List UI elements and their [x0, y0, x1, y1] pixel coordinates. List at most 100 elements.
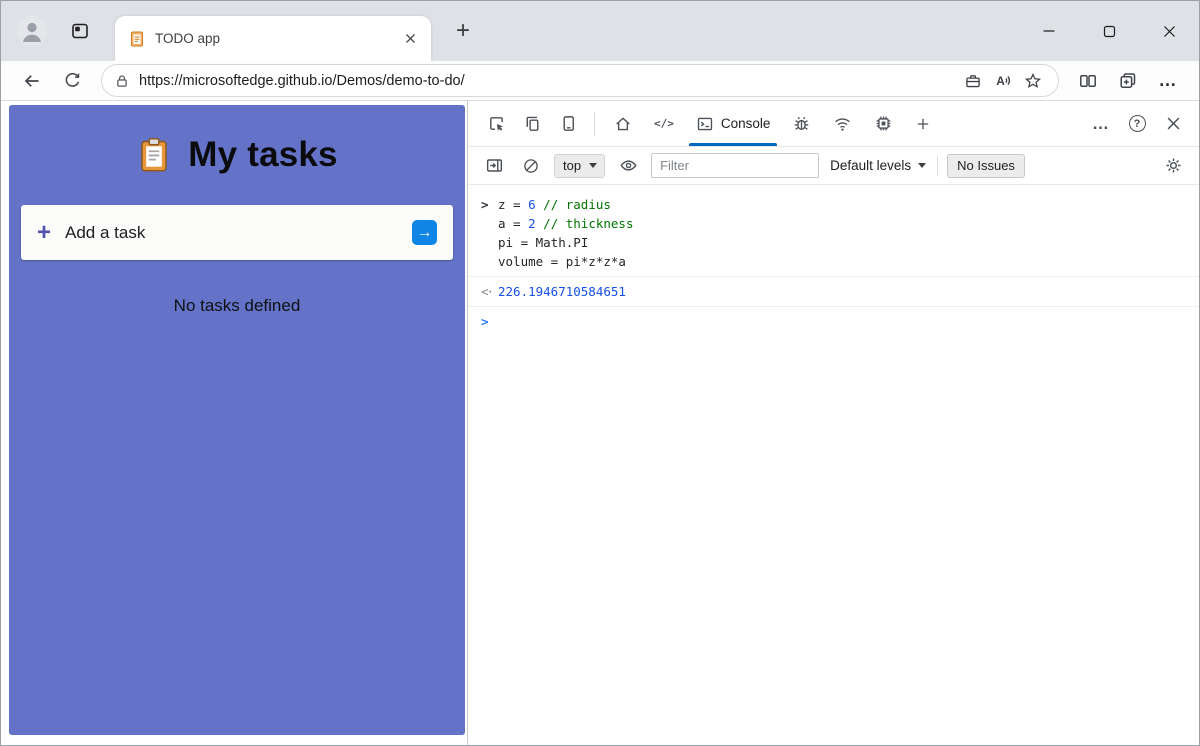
- tab-console[interactable]: Console: [685, 101, 782, 146]
- refresh-button[interactable]: [55, 65, 89, 97]
- favorites-star-icon[interactable]: [1018, 67, 1048, 95]
- tab-actions-icon[interactable]: [63, 14, 97, 48]
- console-code-line: volume = pi*z*z*a: [498, 254, 626, 269]
- console-tab-label: Console: [720, 116, 771, 131]
- devtools-close-button[interactable]: [1155, 107, 1191, 141]
- cpu-icon: [877, 116, 891, 131]
- console-prompt[interactable]: >: [468, 307, 1199, 336]
- close-icon: [1163, 25, 1175, 37]
- briefcase-icon[interactable]: [958, 67, 988, 95]
- console-log[interactable]: > z = 6 // radius a = 2 // thickness pi = …: [468, 185, 1199, 745]
- browser-settings-menu-icon[interactable]: …: [1151, 65, 1185, 97]
- split-screen-icon[interactable]: [1071, 65, 1105, 97]
- window-minimize-button[interactable]: [1019, 1, 1079, 61]
- page-title: My tasks: [188, 135, 338, 174]
- plus-icon: +: [455, 17, 470, 44]
- devtools-tabs-bar: </> Console … ?: [468, 101, 1199, 147]
- clear-console-icon[interactable]: [517, 152, 545, 180]
- home-icon: [616, 116, 630, 130]
- address-bar[interactable]: https://microsoftedge.github.io/Demos/de…: [101, 64, 1059, 97]
- help-icon: ?: [1128, 115, 1146, 132]
- clipboard-icon: [141, 138, 168, 172]
- back-arrow-icon: [24, 74, 39, 87]
- window-controls: [1019, 1, 1199, 61]
- dock-panel-icon[interactable]: [550, 107, 586, 141]
- chevron-down-icon: [918, 163, 927, 168]
- refresh-icon: [65, 73, 79, 87]
- result-arrow-icon: <·: [481, 284, 494, 299]
- tab-title: TODO app: [155, 31, 221, 46]
- todo-app-page: My tasks + Add a task → No tasks defined: [1, 101, 467, 745]
- browser-tab[interactable]: TODO app: [115, 16, 431, 61]
- tab-close-icon[interactable]: [399, 28, 421, 50]
- console-code-line: a = 2 // thickness: [498, 216, 634, 231]
- app-header: My tasks: [9, 105, 465, 175]
- lock-icon[interactable]: [114, 73, 130, 89]
- input-chevron-icon: >: [481, 197, 489, 212]
- window-maximize-button[interactable]: [1079, 1, 1139, 61]
- plus-icon: +: [37, 218, 52, 246]
- inspect-element-icon[interactable]: [478, 107, 514, 141]
- browser-window: TODO app + https://microsoftedge.github.…: [0, 0, 1200, 746]
- bug-icon: [795, 116, 809, 130]
- minimize-icon: [1043, 30, 1055, 32]
- terminal-icon: [697, 117, 713, 130]
- context-label: top: [563, 157, 582, 173]
- javascript-context-selector[interactable]: top: [554, 153, 606, 178]
- wifi-icon: [835, 118, 851, 131]
- console-code-line: pi = Math.PI: [498, 235, 589, 250]
- plus-icon: [918, 118, 929, 129]
- tab-debugger[interactable]: [781, 101, 822, 146]
- new-tab-button[interactable]: +: [447, 15, 479, 47]
- more-dots-icon: …: [1092, 113, 1110, 133]
- tab-performance[interactable]: [863, 101, 904, 146]
- read-aloud-icon[interactable]: A: [988, 67, 1018, 95]
- device-emulation-icon[interactable]: [514, 107, 550, 141]
- devtools-help-button[interactable]: ?: [1119, 107, 1155, 141]
- prompt-chevron-icon: >: [481, 314, 489, 329]
- url-text[interactable]: https://microsoftedge.github.io/Demos/de…: [139, 73, 958, 89]
- person-icon: [17, 16, 47, 46]
- separator: [937, 155, 939, 176]
- navigation-bar: https://microsoftedge.github.io/Demos/de…: [1, 61, 1199, 101]
- more-tabs-button[interactable]: [904, 101, 942, 146]
- content-area: My tasks + Add a task → No tasks defined: [1, 101, 1199, 745]
- console-result-value: 226.1946710584651: [498, 284, 626, 299]
- console-code-line: z = 6 // radius: [498, 197, 611, 212]
- tab-elements[interactable]: </>: [643, 101, 685, 146]
- tab-network[interactable]: [822, 101, 863, 146]
- collections-icon[interactable]: [1111, 65, 1145, 97]
- tab-favicon: [131, 31, 143, 46]
- maximize-icon: [1103, 25, 1115, 37]
- add-task-label: Add a task: [65, 222, 146, 242]
- tab-welcome[interactable]: [603, 101, 643, 146]
- devtools-more-menu-icon[interactable]: …: [1083, 107, 1119, 141]
- console-sidebar-icon[interactable]: [480, 152, 508, 180]
- console-settings-gear-icon[interactable]: [1159, 152, 1187, 180]
- titlebar: TODO app +: [1, 1, 1199, 61]
- more-dots-icon: …: [1158, 70, 1178, 90]
- add-task-submit-button[interactable]: →: [412, 220, 437, 245]
- levels-label: Default levels: [830, 158, 912, 173]
- separator: [594, 111, 595, 136]
- code-icon: </>: [654, 117, 674, 130]
- console-command: > z = 6 // radius a = 2 // thickness pi = …: [468, 190, 1199, 277]
- console-filter-input[interactable]: [651, 153, 820, 178]
- live-expression-eye-icon[interactable]: [614, 152, 642, 180]
- window-close-button[interactable]: [1139, 1, 1199, 61]
- log-levels-dropdown[interactable]: Default levels: [828, 158, 928, 173]
- devtools-tabsbar-right: … ?: [1083, 101, 1191, 146]
- console-command-lines: z = 6 // radius a = 2 // thickness pi = Ma…: [498, 195, 633, 271]
- close-icon: [1167, 117, 1179, 130]
- console-toolbar: top Default levels No Issues: [468, 147, 1199, 185]
- console-result: <· 226.1946710584651: [468, 277, 1199, 307]
- chevron-down-icon: [589, 162, 598, 168]
- svg-text:A: A: [996, 74, 1005, 88]
- profile-avatar[interactable]: [17, 16, 47, 46]
- back-button[interactable]: [15, 65, 49, 97]
- issues-button[interactable]: No Issues: [947, 153, 1025, 178]
- arrow-right-icon: →: [416, 223, 433, 241]
- todo-app-card: My tasks + Add a task → No tasks defined: [9, 105, 465, 735]
- devtools-panel: </> Console … ? top Filter Default level…: [467, 101, 1199, 745]
- add-task-input[interactable]: + Add a task →: [21, 205, 453, 260]
